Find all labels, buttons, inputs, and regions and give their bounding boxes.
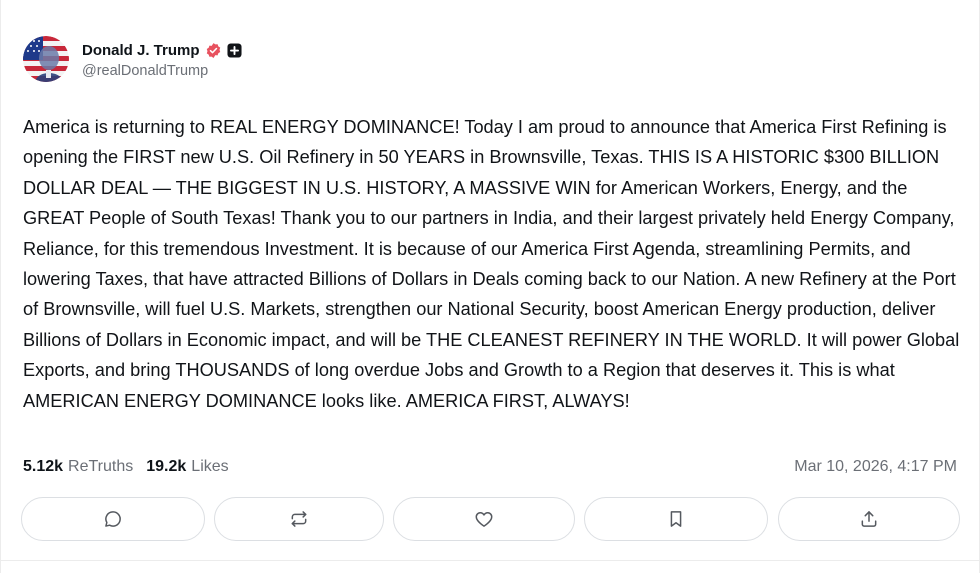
verified-badge-icon xyxy=(205,42,222,59)
author-handle[interactable]: @realDonaldTrump xyxy=(82,63,242,79)
post-stats: 5.12k ReTruths 19.2k Likes xyxy=(23,458,242,476)
bottom-divider xyxy=(1,560,980,561)
post-body-text: America is returning to REAL ENERGY DOMI… xyxy=(23,117,960,411)
heart-icon xyxy=(475,512,493,527)
like-button[interactable] xyxy=(393,497,575,541)
author-names: Donald J. Trump @realDonaldTrump xyxy=(82,40,242,79)
retruths-label: ReTruths xyxy=(68,458,134,475)
retruth-icon xyxy=(291,511,307,527)
avatar[interactable] xyxy=(23,36,69,82)
bookmark-button[interactable] xyxy=(584,497,768,541)
post-card: Donald J. Trump @realDonaldTrump America… xyxy=(0,0,980,573)
plus-badge-icon xyxy=(226,43,242,58)
author-display-name[interactable]: Donald J. Trump xyxy=(82,42,200,59)
name-row: Donald J. Trump xyxy=(82,40,242,62)
share-icon xyxy=(861,511,877,527)
post-header: Donald J. Trump @realDonaldTrump xyxy=(23,36,242,82)
likes-count: 19.2k xyxy=(146,458,187,475)
reply-button[interactable] xyxy=(21,497,205,541)
retruths-count: 5.12k xyxy=(23,458,64,475)
likes-label: Likes xyxy=(191,458,229,475)
retruth-button[interactable] xyxy=(214,497,384,541)
action-bar xyxy=(21,497,961,543)
bookmark-icon xyxy=(670,511,682,527)
post-timestamp[interactable]: Mar 10, 2026, 4:17 PM xyxy=(794,458,957,476)
avatar-flag-portrait-icon xyxy=(23,36,69,82)
share-button[interactable] xyxy=(778,497,960,541)
retruths-stat[interactable]: 5.12k ReTruths xyxy=(23,458,133,476)
likes-stat[interactable]: 19.2k Likes xyxy=(146,458,228,476)
comment-icon xyxy=(105,511,121,527)
